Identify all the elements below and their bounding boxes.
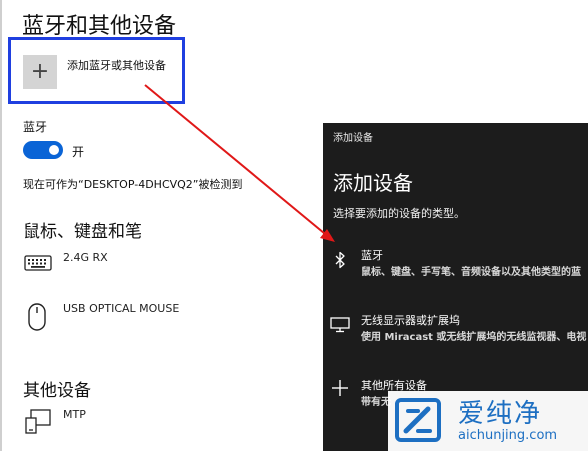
watermark-brand: 爱纯净 [458,399,543,429]
option-desc-wireless-display: 使用 Miracast 或无线扩展坞的无线监视器、电视 [361,332,587,343]
section-title-mouse-keyboard-pen: 鼠标、键盘和笔 [23,222,142,242]
option-desc-bluetooth: 鼠标、键盘、手写笔、音频设备以及其他类型的蓝 [361,267,581,278]
watermark-logo-icon [395,398,441,442]
add-tile: + [23,55,57,89]
plus-icon: + [30,59,50,84]
bluetooth-label: 蓝牙 [23,120,48,134]
dialog-subtitle: 选择要添加的设备的类型。 [333,207,465,220]
window-edge [0,0,2,451]
plus-icon [331,379,349,401]
bluetooth-state: 开 [72,145,85,159]
option-title-bluetooth: 蓝牙 [361,249,383,262]
dialog-heading: 添加设备 [333,171,413,195]
toggle-knob [49,145,59,155]
device-name-mouse[interactable]: USB OPTICAL MOUSE [63,302,179,315]
add-device-button[interactable]: + 添加蓝牙或其他设备 [23,55,166,89]
section-title-other-devices: 其他设备 [23,381,91,401]
device-icon [24,409,52,439]
watermark: 爱纯净 aichunjing.com [388,391,588,451]
add-device-label: 添加蓝牙或其他设备 [67,59,166,72]
dialog-window-title: 添加设备 [333,133,373,144]
device-name-mtp[interactable]: MTP [63,408,86,421]
watermark-site: aichunjing.com [458,428,558,443]
option-desc-everything-else: 带有无 [361,397,391,408]
keyboard-icon [24,255,52,275]
discoverable-text: 现在可作为“DESKTOP-4DHCVQ2”被检测到 [23,178,243,191]
bluetooth-toggle[interactable] [23,141,63,159]
monitor-icon [330,317,350,337]
option-title-wireless-display: 无线显示器或扩展坞 [361,314,460,327]
page-title: 蓝牙和其他设备 [22,14,177,39]
bluetooth-icon [334,251,346,273]
device-name-keyboard[interactable]: 2.4G RX [63,251,108,264]
mouse-icon [27,303,47,335]
